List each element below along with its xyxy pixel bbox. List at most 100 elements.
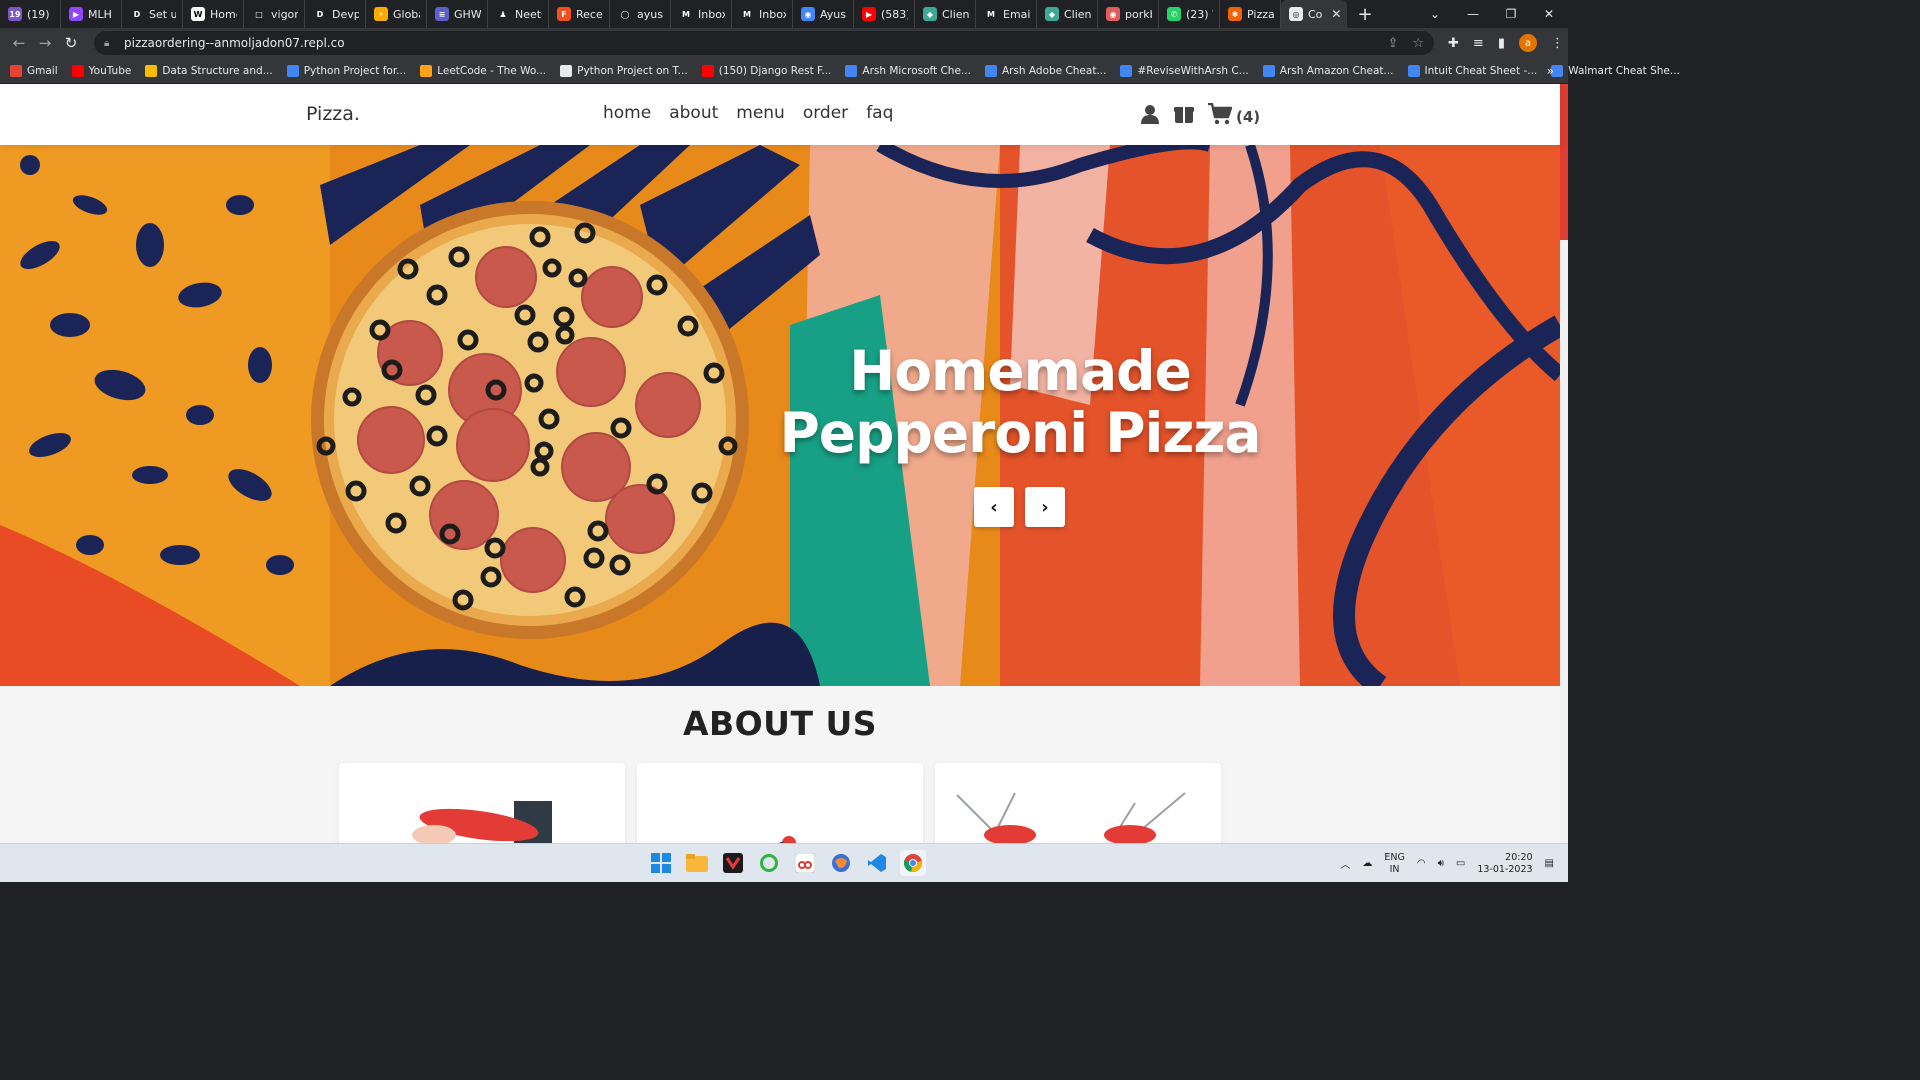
- bookmark-favicon-icon: [71, 64, 84, 77]
- nav-link-menu[interactable]: menu: [736, 103, 785, 123]
- volume-icon[interactable]: 🔊︎: [1438, 858, 1444, 869]
- site-logo[interactable]: Pizza.: [306, 103, 360, 125]
- box-icon[interactable]: [1174, 104, 1194, 124]
- browser-tab[interactable]: ◆ Client: [915, 0, 976, 28]
- browser-tab[interactable]: ⚡ Global: [366, 0, 427, 28]
- browser-tab[interactable]: M Inbox: [732, 0, 793, 28]
- browser-tab[interactable]: ◉ Ayush: [793, 0, 854, 28]
- windows-icon: [651, 853, 671, 873]
- tab-title: Email: [1003, 7, 1030, 21]
- lock-icon[interactable]: 🔒︎: [104, 38, 114, 49]
- scrollbar-thumb[interactable]: [1560, 84, 1568, 240]
- browser-tab[interactable]: ▶ (583): [854, 0, 915, 28]
- browser-tab[interactable]: M Inbox: [671, 0, 732, 28]
- close-tab-icon[interactable]: ✕: [1331, 7, 1341, 21]
- profile-avatar[interactable]: a: [1518, 34, 1537, 52]
- nav-link-order[interactable]: order: [803, 103, 848, 123]
- minimize-button[interactable]: —: [1454, 7, 1492, 21]
- forward-button[interactable]: →: [32, 34, 58, 52]
- browser-tab[interactable]: ◯ ayush: [610, 0, 671, 28]
- browser-tab[interactable]: F Recent: [549, 0, 610, 28]
- bookmark-item[interactable]: Walmart Cheat She...: [1551, 64, 1680, 77]
- nav-link-about[interactable]: about: [669, 103, 718, 123]
- tab-title: Devpc: [332, 7, 359, 21]
- bookmark-item[interactable]: Python Project on T...: [560, 64, 688, 77]
- firefox-button[interactable]: [828, 850, 854, 876]
- app-button-5[interactable]: [792, 850, 818, 876]
- browser-tab[interactable]: ▶ MLH -: [61, 0, 122, 28]
- bookmark-star-icon[interactable]: ☆: [1412, 36, 1424, 51]
- language-indicator[interactable]: ENG IN: [1384, 852, 1404, 876]
- bookmark-item[interactable]: Data Structure and...: [145, 64, 273, 77]
- side-panel-icon[interactable]: ▮: [1498, 36, 1505, 51]
- slider-next-button[interactable]: ›: [1025, 487, 1065, 527]
- reload-button[interactable]: ↻: [58, 34, 84, 52]
- slider-prev-button[interactable]: ‹: [974, 487, 1014, 527]
- bookmark-item[interactable]: YouTube: [71, 64, 131, 77]
- browser-tab[interactable]: □ vigoro: [244, 0, 305, 28]
- onedrive-icon[interactable]: ☁: [1362, 858, 1372, 869]
- browser-tab[interactable]: W Home: [183, 0, 244, 28]
- file-explorer-button[interactable]: [684, 850, 710, 876]
- cart-icon[interactable]: [1208, 103, 1232, 125]
- browser-tab[interactable]: M Email: [976, 0, 1037, 28]
- close-window-button[interactable]: ✕: [1530, 7, 1568, 21]
- page-scrollbar[interactable]: [1560, 84, 1568, 843]
- tab-favicon-icon: ◆: [923, 7, 937, 21]
- address-bar[interactable]: 🔒︎ pizzaordering--anmoljadon07.repl.co ⇪…: [94, 31, 1434, 55]
- browser-tab[interactable]: ✱ Pizza_: [1220, 0, 1281, 28]
- about-card-1: [339, 763, 625, 843]
- bookmark-item[interactable]: Python Project for...: [286, 64, 406, 77]
- app-button-3[interactable]: [720, 850, 746, 876]
- bookmark-item[interactable]: Arsh Microsoft Che...: [845, 64, 971, 77]
- url-text[interactable]: pizzaordering--anmoljadon07.repl.co: [124, 36, 345, 50]
- browser-tab[interactable]: ✆ (23) W: [1159, 0, 1220, 28]
- bookmark-label: Gmail: [27, 64, 58, 77]
- notification-icon[interactable]: ▤: [1545, 858, 1554, 869]
- app-button-4[interactable]: [756, 850, 782, 876]
- more-bookmarks-icon[interactable]: »: [1547, 64, 1554, 78]
- tab-search-icon[interactable]: ⌄: [1416, 7, 1454, 21]
- bookmark-item[interactable]: Intuit Cheat Sheet -...: [1407, 64, 1537, 77]
- menu-icon[interactable]: ⋮: [1551, 36, 1564, 51]
- bookmark-item[interactable]: #ReviseWithArsh C...: [1120, 64, 1249, 77]
- share-icon[interactable]: ⇪: [1387, 36, 1398, 51]
- user-icon[interactable]: [1140, 104, 1160, 124]
- tab-favicon-icon: D: [313, 7, 327, 21]
- browser-tab[interactable]: ◉ porkb: [1098, 0, 1159, 28]
- tab-title: Inbox: [759, 7, 786, 21]
- bookmark-item[interactable]: LeetCode - The Wo...: [420, 64, 546, 77]
- battery-icon[interactable]: ▭: [1456, 858, 1465, 869]
- bookmark-item[interactable]: Arsh Amazon Cheat...: [1262, 64, 1394, 77]
- nav-link-faq[interactable]: faq: [866, 103, 893, 123]
- new-tab-button[interactable]: +: [1347, 4, 1382, 25]
- tab-title: Client: [1064, 7, 1091, 21]
- browser-tab[interactable]: ◆ Client: [1037, 0, 1098, 28]
- back-button[interactable]: ←: [6, 34, 32, 52]
- bookmark-item[interactable]: Gmail: [10, 64, 58, 77]
- bookmark-item[interactable]: (150) Django Rest F...: [701, 64, 831, 77]
- tab-favicon-icon: □: [252, 7, 266, 21]
- start-button[interactable]: [648, 850, 674, 876]
- wifi-icon[interactable]: ◠: [1417, 858, 1426, 869]
- vscode-button[interactable]: [864, 850, 890, 876]
- bookmark-item[interactable]: Arsh Adobe Cheat...: [984, 64, 1106, 77]
- web-page: Pizza. home about menu order faq (4) Hom…: [0, 84, 1568, 843]
- reading-list-icon[interactable]: ≡: [1473, 36, 1484, 51]
- active-tab[interactable]: ◎ Co ✕: [1281, 0, 1348, 28]
- browser-tab[interactable]: D Set up: [122, 0, 183, 28]
- chevron-up-icon[interactable]: ︿: [1340, 856, 1350, 871]
- tab-title: GHW: [454, 7, 481, 21]
- browser-tab[interactable]: D Devpc: [305, 0, 366, 28]
- browser-tab[interactable]: ♟ NeetC: [488, 0, 549, 28]
- clock[interactable]: 20:20 13-01-2023: [1477, 852, 1532, 876]
- browser-tab[interactable]: 19 (19) D: [0, 0, 61, 28]
- nav-link-home[interactable]: home: [603, 103, 651, 123]
- tab-favicon-icon: ◉: [801, 7, 815, 21]
- tab-favicon-icon: ◉: [1106, 7, 1120, 21]
- extensions-icon[interactable]: ✚: [1448, 36, 1459, 51]
- chrome-button[interactable]: [900, 850, 926, 876]
- restore-button[interactable]: ❐: [1492, 7, 1530, 21]
- cart-count[interactable]: (4): [1236, 108, 1260, 126]
- browser-tab[interactable]: ≡ GHW: [427, 0, 488, 28]
